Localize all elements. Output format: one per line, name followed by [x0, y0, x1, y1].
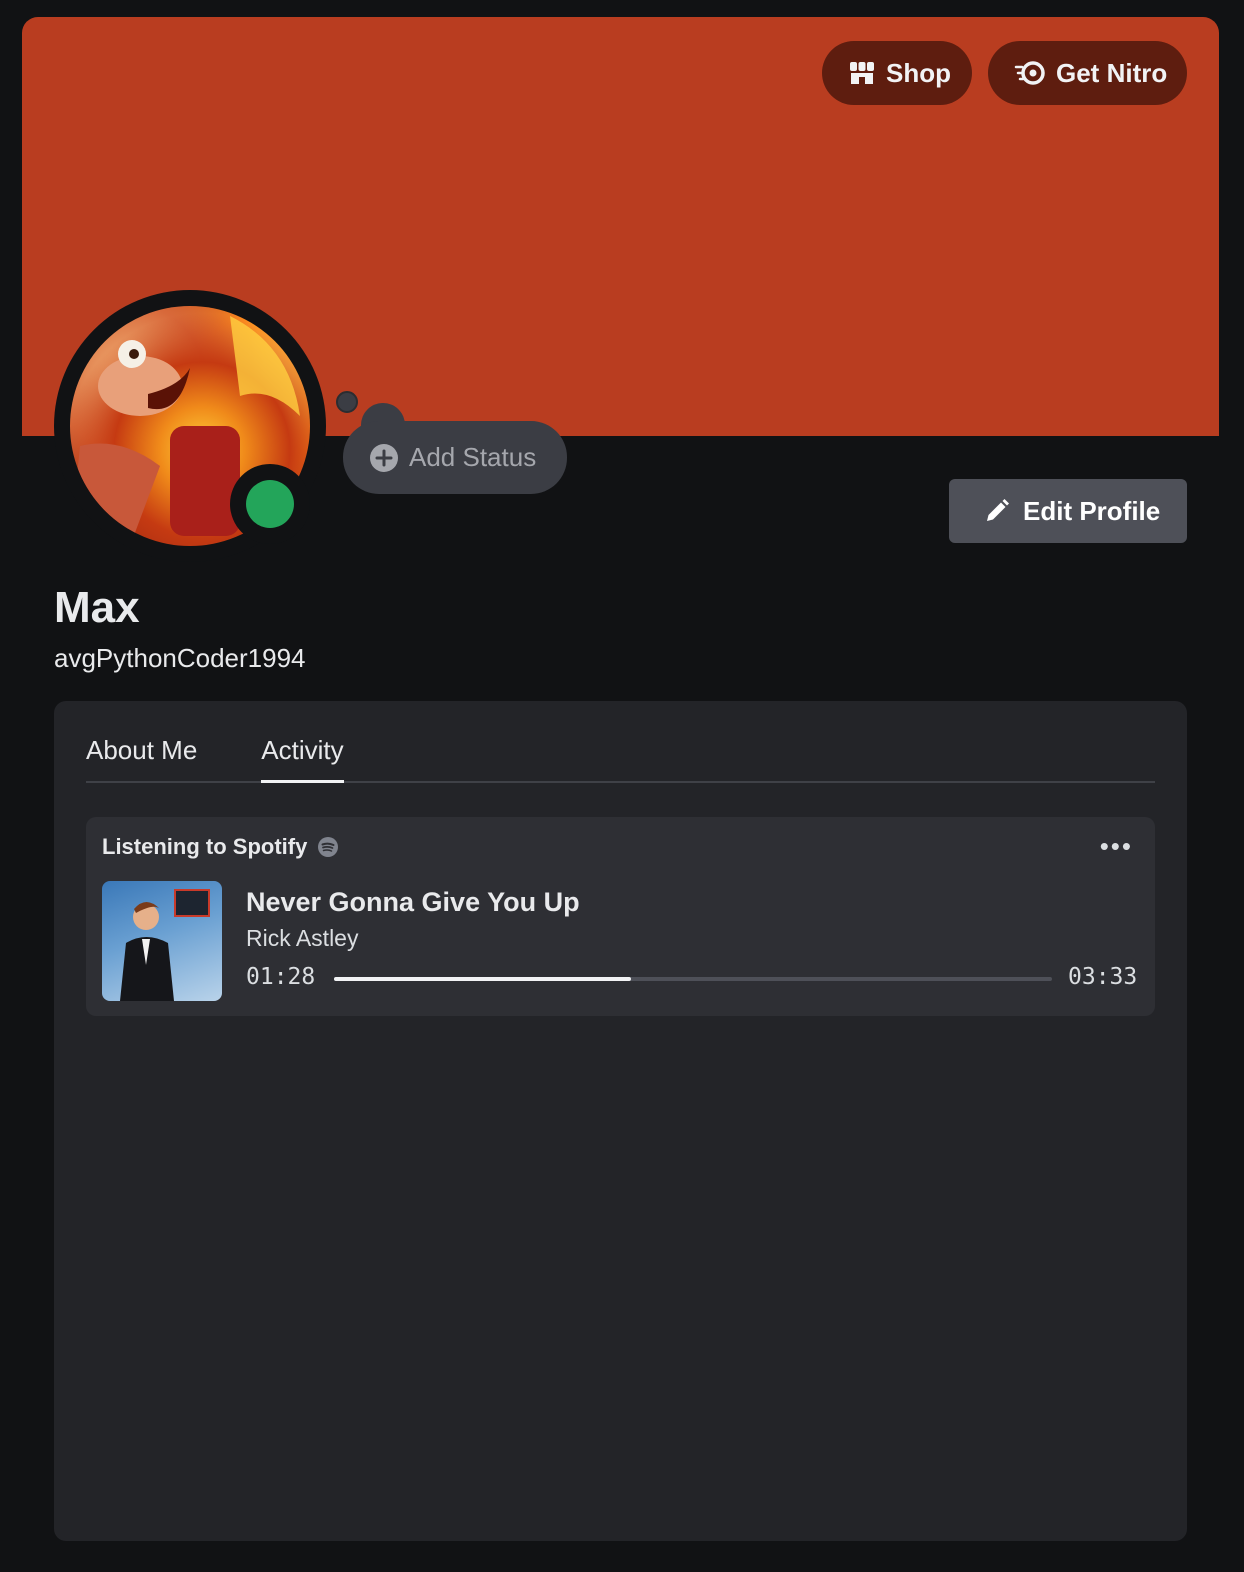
more-icon[interactable]: •••	[1100, 831, 1133, 862]
progress-fill	[334, 977, 631, 981]
plus-circle-icon	[370, 443, 398, 472]
artist-name[interactable]: Rick Astley	[246, 925, 358, 952]
online-status-dot	[246, 480, 294, 528]
add-status-label: Add Status	[409, 442, 537, 472]
activity-header: Listening to Spotify	[102, 834, 339, 860]
username: avgPythonCoder1994	[54, 643, 306, 673]
duration-time: 03:33	[1068, 964, 1138, 990]
tab-activity[interactable]: Activity	[261, 701, 344, 783]
song-title[interactable]: Never Gonna Give You Up	[246, 887, 580, 918]
tab-about-me[interactable]: About Me	[86, 701, 197, 781]
shop-label: Shop	[886, 57, 951, 88]
edit-profile-button[interactable]: Edit Profile	[949, 479, 1187, 543]
display-name: Max	[54, 583, 140, 632]
profile-card: Shop Get Nitro Add Status Edit Profile M…	[22, 17, 1219, 1572]
activity-header-label: Listening to Spotify	[102, 834, 308, 859]
profile-tabs: About Me Activity	[86, 701, 1155, 783]
spotify-icon	[318, 837, 339, 857]
spotify-activity-card: Listening to Spotify ••• Never Gonna Giv…	[86, 817, 1155, 1016]
album-art[interactable]	[102, 881, 222, 1001]
nitro-label: Get Nitro	[1056, 57, 1168, 88]
elapsed-time: 01:28	[246, 964, 316, 990]
album-art-figure	[120, 902, 174, 1001]
shop-button[interactable]: Shop	[822, 41, 972, 105]
shop-icon	[850, 62, 874, 84]
online-status-indicator	[230, 464, 310, 544]
get-nitro-button[interactable]: Get Nitro	[988, 41, 1187, 105]
album-art-logo	[174, 889, 210, 917]
nitro-icon	[1014, 61, 1045, 85]
progress-track	[334, 977, 1052, 981]
pencil-icon	[987, 499, 1009, 521]
profile-panel: About Me Activity Listening to Spotify •…	[54, 701, 1187, 1541]
add-status-button[interactable]: Add Status	[343, 421, 567, 494]
edit-profile-label: Edit Profile	[1023, 495, 1161, 526]
status-bubble-tail-small	[336, 391, 358, 413]
